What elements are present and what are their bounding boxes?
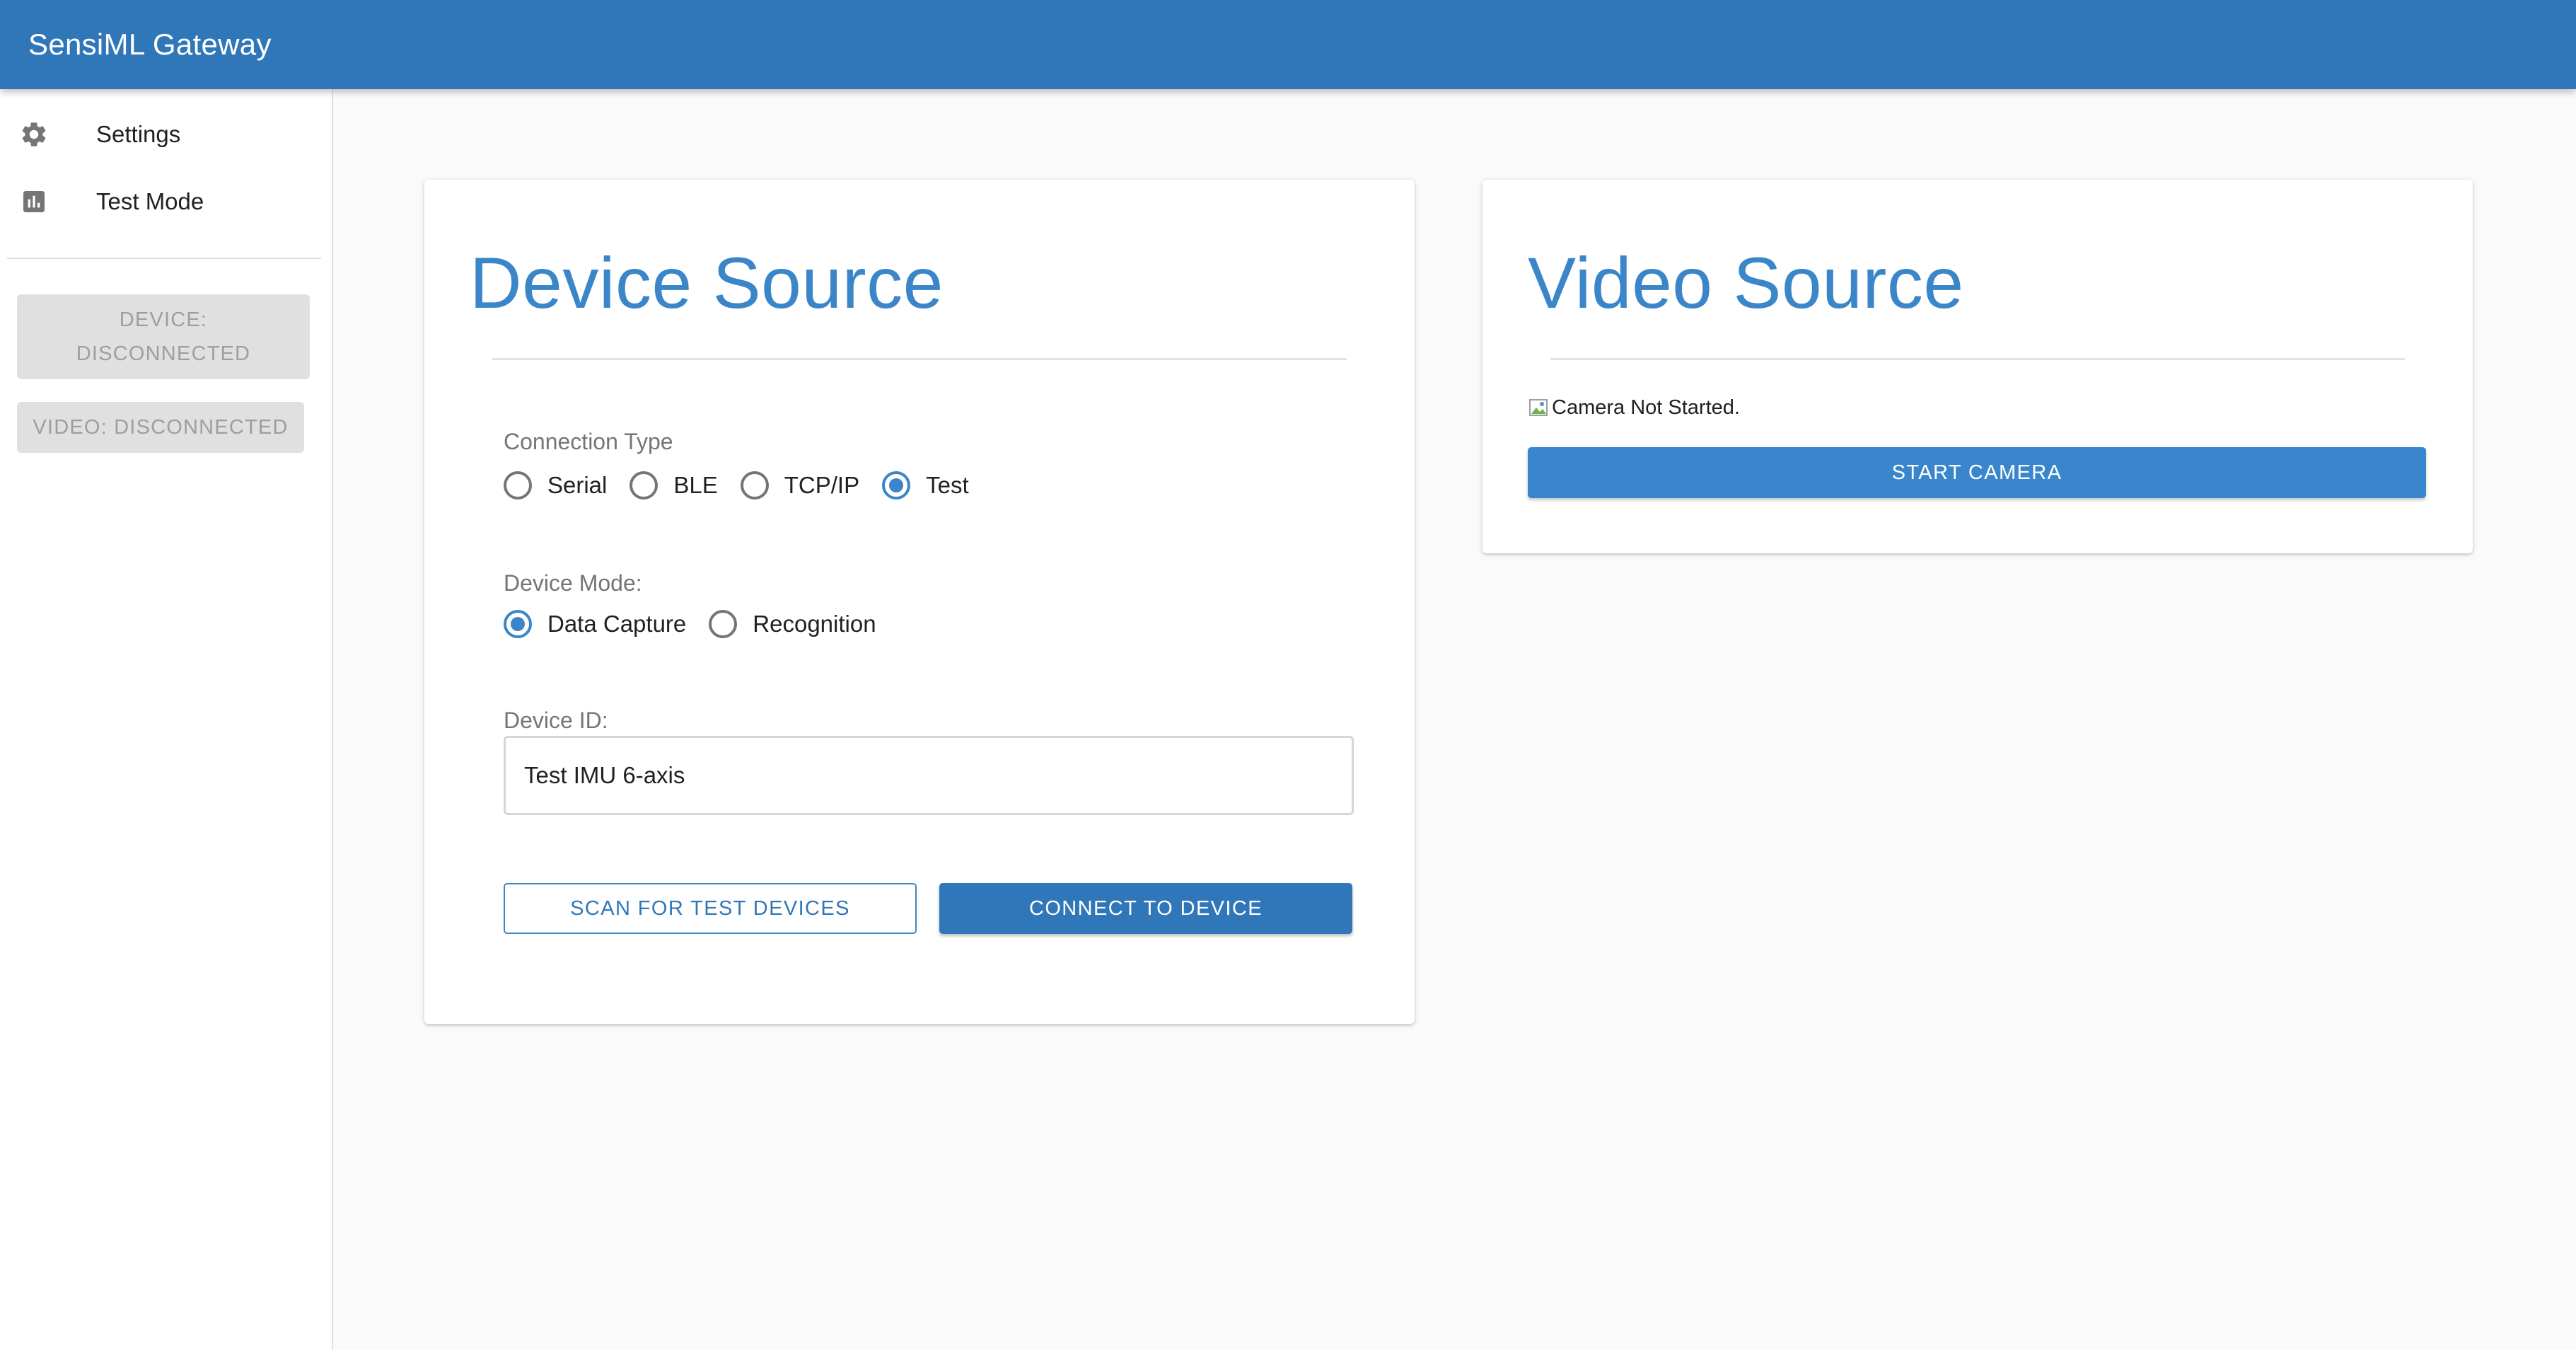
start-camera-label: START CAMERA [1891, 461, 2062, 484]
radio-circle[interactable] [504, 471, 532, 500]
device-mode-radio-group: Data Capture Recognition [504, 610, 899, 638]
scan-button-label: SCAN FOR TEST DEVICES [570, 896, 850, 920]
scan-for-test-devices-button[interactable]: SCAN FOR TEST DEVICES [504, 883, 917, 934]
connect-button-label: CONNECT TO DEVICE [1029, 896, 1263, 920]
radio-label: Test [926, 472, 969, 498]
radio-circle[interactable] [882, 471, 911, 500]
app-bar: SensiML Gateway [0, 0, 2576, 89]
radio-test[interactable]: Test [882, 471, 969, 500]
radio-label: Recognition [753, 611, 876, 637]
card-divider [492, 358, 1347, 360]
start-camera-button[interactable]: START CAMERA [1528, 447, 2426, 498]
app-title: SensiML Gateway [28, 28, 272, 61]
connection-type-label: Connection Type [504, 429, 673, 454]
device-status-line1: DEVICE: [119, 308, 208, 331]
radio-circle[interactable] [740, 471, 769, 500]
sidebar-item-test-mode[interactable]: Test Mode [0, 168, 333, 235]
sidebar-divider [7, 258, 321, 259]
video-status-label: VIDEO: DISCONNECTED [33, 416, 289, 439]
connection-type-radio-group: Serial BLE TCP/IP Test [504, 471, 992, 500]
sidebar: Settings Test Mode DEVICE: DISCONNECTED … [0, 89, 333, 1350]
radio-circle[interactable] [630, 471, 658, 500]
sidebar-item-label: Settings [96, 120, 181, 147]
sidebar-item-settings[interactable]: Settings [0, 100, 333, 168]
sidebar-item-label: Test Mode [96, 188, 204, 214]
connect-to-device-button[interactable]: CONNECT TO DEVICE [939, 883, 1352, 934]
radio-label: TCP/IP [784, 472, 860, 498]
radio-data-capture[interactable]: Data Capture [504, 610, 686, 638]
bar-chart-icon [18, 186, 50, 217]
radio-label: Serial [547, 472, 608, 498]
broken-image-icon [1528, 397, 1550, 420]
radio-label: BLE [673, 472, 718, 498]
video-source-card: Video Source Camera Not Started. START C… [1483, 180, 2473, 553]
radio-circle[interactable] [504, 610, 532, 638]
radio-label: Data Capture [547, 611, 687, 637]
device-id-label: Device ID: [504, 708, 608, 733]
radio-serial[interactable]: Serial [504, 471, 607, 500]
video-source-title: Video Source [1528, 243, 1964, 323]
card-divider [1550, 358, 2405, 360]
radio-ble[interactable]: BLE [630, 471, 718, 500]
radio-tcp-ip[interactable]: TCP/IP [740, 471, 860, 500]
device-mode-label: Device Mode: [504, 570, 642, 596]
radio-circle[interactable] [709, 610, 738, 638]
video-status-button: VIDEO: DISCONNECTED [17, 402, 304, 453]
radio-recognition[interactable]: Recognition [709, 610, 876, 638]
device-status-button: DEVICE: DISCONNECTED [17, 294, 310, 379]
device-source-card: Device Source Connection Type Serial BLE… [424, 180, 1415, 1024]
camera-preview-image: Camera Not Started. [1528, 396, 1740, 420]
device-source-title: Device Source [470, 243, 944, 323]
device-status-line2: DISCONNECTED [76, 342, 251, 365]
gear-icon [18, 119, 50, 150]
device-id-field[interactable] [504, 736, 1354, 815]
camera-status-text: Camera Not Started. [1552, 396, 1740, 419]
